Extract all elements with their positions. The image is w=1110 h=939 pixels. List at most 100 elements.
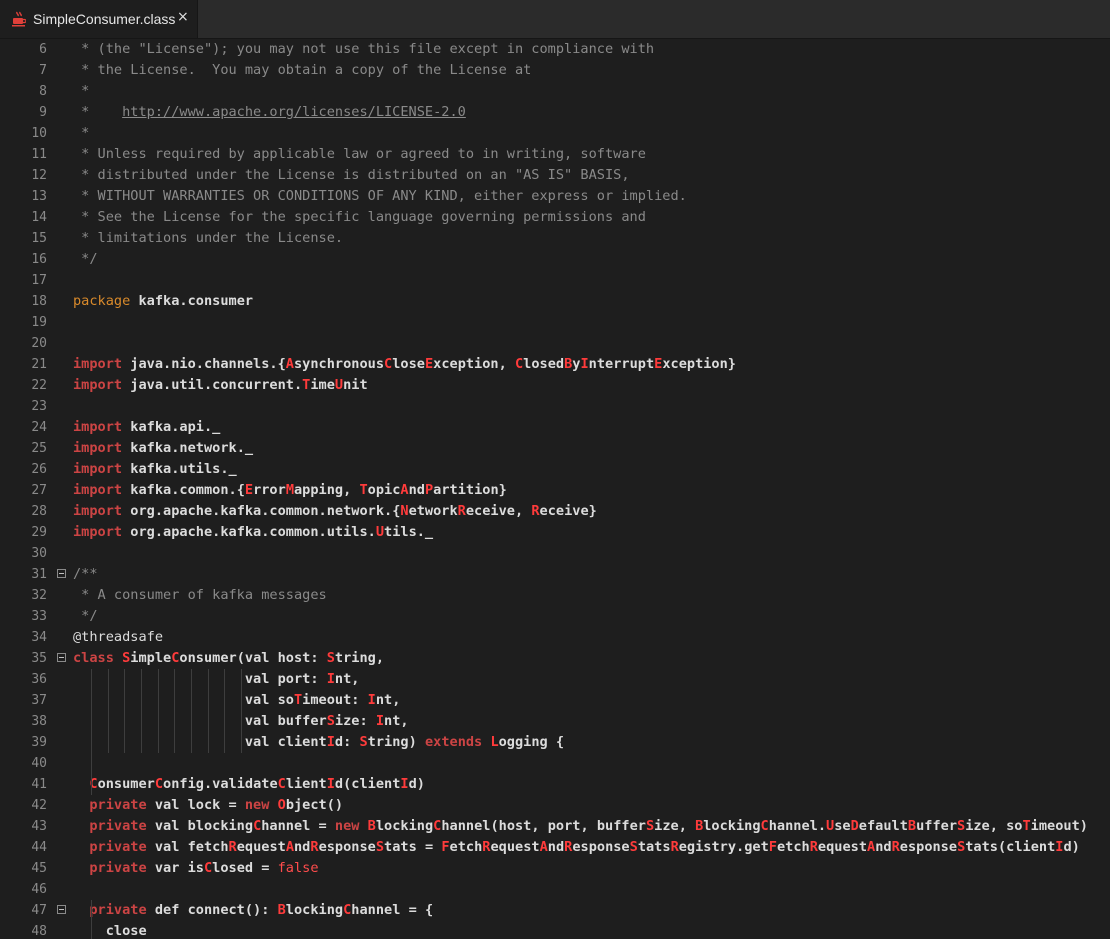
code-line[interactable]: 45 private var isClosed = false: [0, 858, 1110, 879]
identifier: lient: [285, 776, 327, 792]
code-line[interactable]: 10 *: [0, 123, 1110, 144]
code-text: * http://www.apache.org/licenses/LICENSE…: [73, 102, 466, 123]
fold-collapse-icon[interactable]: [57, 569, 66, 578]
line-number: 24: [31, 420, 47, 435]
identifier: equest: [490, 839, 540, 855]
type-initial: E: [244, 482, 254, 498]
code-line[interactable]: 21 import java.nio.channels.{Asynchronous…: [0, 354, 1110, 375]
code-line[interactable]: 24 import kafka.api._: [0, 417, 1110, 438]
code-text: import kafka.api._: [73, 417, 220, 438]
identifier: losed =: [212, 860, 278, 876]
code-line[interactable]: 17: [0, 270, 1110, 291]
code-editor[interactable]: 6 * (the "License"); you may not use thi…: [0, 39, 1110, 939]
code-line[interactable]: 31 /**: [0, 564, 1110, 585]
identifier: nterrupt: [588, 356, 655, 372]
indent-guide: [191, 669, 192, 753]
code-line[interactable]: 42 private val lock = new Object(): [0, 795, 1110, 816]
code-text: private val fetchRequestAndResponseStats…: [73, 837, 1080, 858]
code-text: package kafka.consumer: [73, 291, 253, 312]
code-line[interactable]: 18 package kafka.consumer: [0, 291, 1110, 312]
fold-collapse-icon[interactable]: [57, 653, 66, 662]
code-line[interactable]: 19: [0, 312, 1110, 333]
fold-collapse-icon[interactable]: [57, 905, 66, 914]
indent-guide: [241, 669, 242, 753]
code-line[interactable]: 30: [0, 543, 1110, 564]
type-initial: R: [310, 839, 319, 855]
annotation: @threadsafe: [73, 629, 164, 645]
code-line[interactable]: 29 import org.apache.kafka.common.utils.U…: [0, 522, 1110, 543]
type-initial: A: [867, 839, 876, 855]
code-line[interactable]: 40: [0, 753, 1110, 774]
close-tab-icon[interactable]: ×: [177, 9, 189, 25]
type-initial: S: [957, 818, 966, 834]
identifier: kafka.common.{: [130, 482, 245, 498]
type-initial: U: [375, 524, 385, 540]
line-number: 28: [31, 504, 47, 519]
code-line[interactable]: 47 private def connect(): BlockingChanne…: [0, 900, 1110, 921]
keyword: import: [73, 440, 131, 456]
indent-guide: [124, 669, 125, 753]
code-line[interactable]: 34 @threadsafe: [0, 627, 1110, 648]
tab-simpleconsumer-class[interactable]: SimpleConsumer.class ×: [0, 0, 198, 38]
identifier: etch: [449, 839, 483, 855]
code-line[interactable]: 14 * See the License for the specific la…: [0, 207, 1110, 228]
line-number: 39: [31, 735, 47, 750]
code-line[interactable]: 25 import kafka.network._: [0, 438, 1110, 459]
line-number: 48: [31, 924, 47, 939]
indent-guide: [91, 669, 92, 753]
code-line[interactable]: 28 import org.apache.kafka.common.network…: [0, 501, 1110, 522]
code-line[interactable]: 32 * A consumer of kafka messages: [0, 585, 1110, 606]
type-initial: A: [400, 482, 409, 498]
code-line[interactable]: 11 * Unless required by applicable law o…: [0, 144, 1110, 165]
code-line[interactable]: 37 val soTimeout: Int,: [0, 690, 1110, 711]
code-line[interactable]: 33 */: [0, 606, 1110, 627]
identifier: val lock =: [154, 797, 245, 813]
code-line[interactable]: 44 private val fetchRequestAndResponseSt…: [0, 837, 1110, 858]
code-line[interactable]: 20: [0, 333, 1110, 354]
type-initial: B: [367, 818, 376, 834]
indent-guide: [208, 669, 209, 753]
identifier: efault: [858, 818, 908, 834]
code-line[interactable]: 43 private val blocking Channel = new Blo…: [0, 816, 1110, 837]
code-line[interactable]: 8 *: [0, 81, 1110, 102]
code-text: * distributed under the License is distr…: [73, 165, 629, 186]
comment-text: * A consumer of kafka messages: [73, 587, 327, 603]
code-text: * A consumer of kafka messages: [73, 585, 327, 606]
code-line[interactable]: 13 * WITHOUT WARRANTIES OR CONDITIONS OF…: [0, 186, 1110, 207]
code-line[interactable]: 26 import kafka.utils._: [0, 459, 1110, 480]
code-line[interactable]: 6 * (the "License"); you may not use thi…: [0, 39, 1110, 60]
identifier: d): [1063, 839, 1080, 855]
code-line[interactable]: 9 * http://www.apache.org/licenses/LICEN…: [0, 102, 1110, 123]
code-line[interactable]: 35 class SimpleConsumer(val host: String,: [0, 648, 1110, 669]
code-line[interactable]: 23: [0, 396, 1110, 417]
line-number: 7: [39, 63, 47, 78]
code-line[interactable]: 48 close: [0, 921, 1110, 939]
code-line[interactable]: 46: [0, 879, 1110, 900]
code-line[interactable]: 27 import kafka.common.{ErrorMapping, Top…: [0, 480, 1110, 501]
identifier: bject(): [285, 797, 344, 813]
type-initial: T: [293, 692, 303, 708]
code-line[interactable]: 7 * the License. You may obtain a copy o…: [0, 60, 1110, 81]
identifier: java.util.concurrent.: [130, 377, 303, 393]
code-line[interactable]: 15 * limitations under the License.: [0, 228, 1110, 249]
keyword: import: [73, 524, 131, 540]
identifier: ize:: [334, 713, 376, 729]
type-initial: A: [539, 839, 548, 855]
identifier: kafka.utils._: [130, 461, 237, 477]
code-line[interactable]: 39 val clientId: String) extends Logging…: [0, 732, 1110, 753]
code-line[interactable]: 38 val bufferSize: Int,: [0, 711, 1110, 732]
code-text: private val lock = new Object(): [73, 795, 343, 816]
code-line[interactable]: 12 * distributed under the License is di…: [0, 165, 1110, 186]
line-number: 30: [31, 546, 47, 561]
package-keyword: package: [73, 293, 139, 309]
license-link[interactable]: http://www.apache.org/licenses/LICENSE-2…: [122, 104, 466, 120]
code-line[interactable]: 36 val port: Int,: [0, 669, 1110, 690]
code-line[interactable]: 41 ConsumerConfig.validateClientId(clien…: [0, 774, 1110, 795]
identifier: ogging {: [498, 734, 565, 750]
code-line[interactable]: 16 */: [0, 249, 1110, 270]
type-initial: U: [826, 818, 835, 834]
line-number: 11: [31, 147, 47, 162]
code-line[interactable]: 22 import java.util.concurrent.TimeUnit: [0, 375, 1110, 396]
identifier: imple: [130, 650, 172, 666]
code-text: class SimpleConsumer(val host: String,: [73, 648, 384, 669]
